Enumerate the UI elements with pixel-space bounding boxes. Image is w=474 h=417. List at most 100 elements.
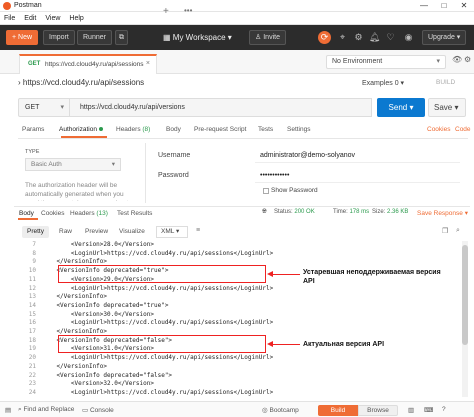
username-input[interactable]: administrator@demo-solyanov [255, 150, 460, 163]
settings-icon[interactable]: ⚙ [352, 31, 365, 44]
tab-body[interactable]: Body [166, 126, 181, 133]
view-preview[interactable]: Preview [80, 226, 113, 238]
tab-tests[interactable]: Tests [258, 126, 273, 133]
tab-prerequest[interactable]: Pre-request Script [194, 126, 246, 133]
code-text: <LoginUrl>https://vcd.cloud4y.ru/api/ses… [42, 388, 274, 396]
avatar-icon[interactable]: ◉ [402, 31, 415, 44]
menu-bar: File Edit View Help [0, 12, 474, 25]
examples-dropdown[interactable]: Examples 0 ▾ [362, 79, 404, 87]
code-text: <Version>30.0</Version> [42, 310, 154, 318]
url-input[interactable]: https://vcd.cloud4y.ru/api/versions [70, 98, 372, 117]
view-raw[interactable]: Raw [54, 226, 77, 238]
code-text: </VersionInfo> [42, 293, 108, 301]
time-readout: Time: 178 ms [333, 209, 369, 215]
satellite-icon[interactable]: ⌖ [336, 31, 349, 44]
bootcamp-label: Bootcamp [269, 407, 299, 414]
sidebar-toggle-icon[interactable]: ▤ [5, 406, 11, 414]
line-number: 23 [28, 380, 36, 388]
new-button[interactable]: + New [6, 30, 39, 45]
line-number: 22 [28, 371, 36, 379]
keyboard-icon[interactable]: ⌨ [424, 406, 433, 414]
response-tab-headers[interactable]: Headers (13) [70, 210, 108, 217]
response-tab-body[interactable]: Body [19, 210, 34, 217]
tab-authorization[interactable]: Authorization [59, 126, 103, 133]
search-icon[interactable]: ⌕ [456, 227, 460, 235]
line-number: 13 [28, 293, 36, 301]
line-number: 17 [28, 328, 36, 335]
import-button[interactable]: Import [43, 30, 75, 45]
tab-settings[interactable]: Settings [287, 126, 311, 133]
more-tabs-icon[interactable]: ••• [184, 6, 192, 15]
gear-icon[interactable]: ⚙ [464, 55, 471, 64]
status-value: 200 OK [294, 209, 315, 215]
menu-file[interactable]: File [4, 12, 15, 25]
line-number: 12 [28, 284, 36, 292]
chevron-down-icon: ▾ [175, 228, 180, 235]
upgrade-button[interactable]: Upgrade ▾ [422, 30, 467, 45]
size-value: 2.36 KB [387, 209, 409, 215]
minimize-button[interactable]: — [414, 0, 434, 12]
sync-icon[interactable]: ⟳ [318, 31, 331, 44]
browse-mode-toggle[interactable]: Browse [358, 405, 398, 416]
notifications-icon[interactable]: 🔔︎ [368, 31, 381, 44]
editor-scroll-thumb[interactable] [462, 245, 468, 345]
auth-type-label: TYPE [25, 149, 40, 155]
runner-button[interactable]: Runner [77, 30, 112, 45]
view-visualize[interactable]: Visualize [114, 226, 150, 238]
close-window-button[interactable]: ✕ [454, 0, 474, 12]
menu-help[interactable]: Help [69, 12, 83, 25]
request-tab[interactable]: GET https://vcd.cloud4y.ru/api/sessions … [19, 54, 157, 74]
save-label: Save [434, 103, 453, 112]
cookies-link[interactable]: Cookies [427, 126, 450, 133]
maximize-button[interactable]: □ [434, 0, 454, 12]
send-button[interactable]: Send ▾ [377, 98, 425, 117]
method-select[interactable]: GET ▾ [18, 98, 70, 117]
invite-button[interactable]: ♙ Invite [249, 30, 286, 45]
chevron-down-icon: ▾ [409, 103, 414, 112]
menu-edit[interactable]: Edit [24, 12, 36, 25]
chevron-down-icon: ▾ [454, 103, 459, 112]
password-input[interactable]: •••••••••••• [255, 170, 460, 183]
close-tab-icon[interactable]: × [146, 60, 150, 67]
deprecated-annotation: Устаревшая неподдерживаемая версия API [303, 269, 441, 285]
response-tab-cookies[interactable]: Cookies [41, 210, 64, 217]
response-tab-tests[interactable]: Test Results [117, 210, 152, 217]
copy-icon[interactable]: ❐ [442, 227, 448, 235]
menu-view[interactable]: View [45, 12, 60, 25]
find-replace-button[interactable]: ⌕ Find and Replace [18, 406, 74, 414]
auth-type-select[interactable]: Basic Auth ▾ [25, 158, 121, 171]
console-button[interactable]: ▭ Console [82, 406, 114, 414]
line-number: 7 [32, 241, 36, 248]
layout-icon[interactable]: ▥ [408, 406, 414, 414]
status-label: Status: [274, 209, 293, 215]
line-number: 10 [28, 267, 36, 275]
line-number: 9 [32, 258, 36, 266]
chevron-down-icon: ▾ [464, 210, 468, 217]
tab-params[interactable]: Params [22, 126, 44, 133]
wrap-lines-icon[interactable]: ≡ [196, 227, 200, 234]
view-pretty[interactable]: Pretty [22, 226, 49, 238]
code-link[interactable]: Code [455, 126, 471, 133]
heart-icon[interactable]: ♡ [384, 31, 397, 44]
chevron-down-icon: ▾ [454, 34, 461, 41]
show-password-checkbox[interactable] [263, 188, 269, 194]
eye-icon[interactable]: 👁︎ [452, 55, 462, 64]
chevron-down-icon: ▾ [60, 104, 64, 111]
chevron-down-icon: ▾ [436, 58, 440, 65]
add-tab-icon[interactable]: + [163, 6, 169, 17]
help-icon[interactable]: ? [442, 406, 446, 413]
line-number: 21 [28, 362, 36, 370]
format-select[interactable]: XML ▾ [156, 226, 188, 238]
build-mode-toggle[interactable]: Build [318, 405, 358, 416]
save-response-button[interactable]: Save Response ▾ [417, 209, 468, 217]
build-label[interactable]: BUILD [436, 79, 455, 86]
bootcamp-button[interactable]: ◎ Bootcamp [262, 406, 299, 414]
environment-select[interactable]: No Environment ▾ [326, 55, 446, 69]
new-window-icon[interactable]: ⧉ [115, 30, 128, 45]
auth-description: The authorization header will be automat… [25, 182, 128, 201]
code-text: <VersionInfo deprecated="true"> [42, 301, 169, 309]
save-button[interactable]: Save ▾ [428, 98, 466, 117]
tab-headers[interactable]: Headers (8) [116, 126, 150, 133]
active-dot-icon [98, 127, 103, 132]
workspace-selector[interactable]: ▦ My Workspace ▾ [163, 30, 232, 45]
